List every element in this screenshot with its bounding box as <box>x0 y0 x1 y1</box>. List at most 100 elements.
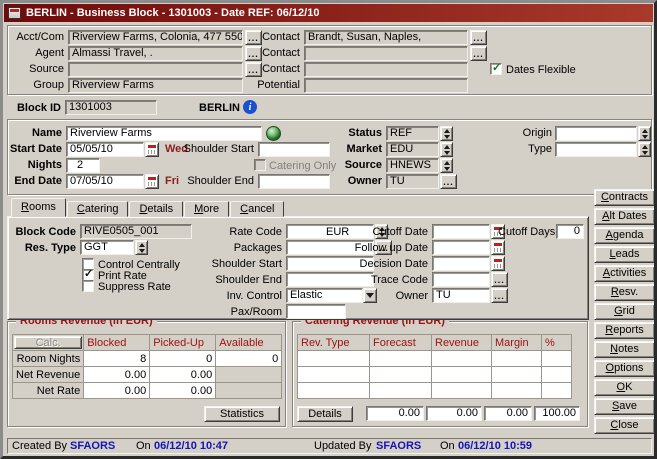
notes-button[interactable]: Notes <box>594 341 655 358</box>
start-date-calendar-icon[interactable] <box>145 142 159 157</box>
market-label: Market <box>330 143 382 156</box>
name-field[interactable]: Riverview Farms <box>66 126 262 141</box>
origin-spinner[interactable] <box>638 126 651 141</box>
name-label: Name <box>8 127 62 140</box>
net-rate-blocked: 0.00 <box>84 383 150 399</box>
catering-cell <box>432 383 492 399</box>
source-field[interactable]: HNEWS <box>386 158 439 173</box>
tab-catering[interactable]: Catering <box>67 201 129 217</box>
trace-code-browse-button[interactable]: ... <box>491 272 508 287</box>
grid-button[interactable]: Grid <box>594 303 655 320</box>
rooms-revenue-header-row: Calc. Blocked Picked-Up Available <box>13 335 282 351</box>
table-row: Net Revenue 0.00 0.00 <box>13 367 282 383</box>
close-button[interactable]: Close <box>594 417 655 434</box>
leads-button[interactable]: Leads <box>594 246 655 263</box>
contact3-field[interactable] <box>304 62 468 77</box>
agent-field[interactable]: Almassi Travel, . <box>68 46 243 61</box>
cutoff-date-field[interactable] <box>432 224 490 239</box>
shoulder-end-field[interactable] <box>258 174 330 189</box>
owner-label: Owner <box>330 175 382 188</box>
acct-com-field[interactable]: Riverview Farms, Colonia, 477 550-36 <box>68 30 243 45</box>
reports-button[interactable]: Reports <box>594 322 655 339</box>
resv-button: Resv. <box>594 284 655 301</box>
nights-field[interactable]: 2 <box>66 158 100 173</box>
dates-flexible-checkbox[interactable] <box>490 63 502 75</box>
room-nights-picked: 0 <box>150 351 216 367</box>
market-field[interactable]: EDU <box>386 142 439 157</box>
save-button[interactable]: Save <box>594 398 655 415</box>
origin-field[interactable] <box>555 126 637 141</box>
activities-button[interactable]: Activities <box>594 265 655 282</box>
col-blocked: Blocked <box>84 335 150 351</box>
catering-total-margin: 0.00 <box>484 406 532 421</box>
globe-icon[interactable] <box>266 126 281 141</box>
tab-details[interactable]: Details <box>129 201 183 217</box>
ok-button[interactable]: OK <box>594 379 655 396</box>
statistics-button[interactable]: Statistics <box>204 406 280 422</box>
calc-button[interactable]: Calc. <box>14 336 82 349</box>
details-button[interactable]: Details <box>297 406 353 422</box>
info-icon[interactable]: i <box>243 100 257 114</box>
res-type-spinner[interactable] <box>135 240 148 255</box>
dates-flexible-label: Dates Flexible <box>506 64 576 77</box>
titlebar: BERLIN - Business Block - 1301003 - Date… <box>4 4 653 22</box>
contracts-button[interactable]: Contracts <box>594 189 655 206</box>
potential-field[interactable] <box>304 78 468 93</box>
options-button[interactable]: Options <box>594 360 655 377</box>
block-code-label: Block Code <box>10 226 76 239</box>
suppress-rate-checkbox[interactable] <box>82 280 94 292</box>
end-date-calendar-icon[interactable] <box>145 174 159 189</box>
end-date-field[interactable]: 07/05/10 <box>66 174 144 189</box>
contact1-field[interactable]: Brandt, Susan, Naples, <box>304 30 468 45</box>
net-revenue-available <box>216 367 282 383</box>
contact1-browse-button[interactable]: ... <box>470 30 487 45</box>
catering-cell <box>370 383 432 399</box>
catering-cell <box>542 351 572 367</box>
follow-up-date-calendar-icon[interactable] <box>491 240 505 255</box>
decision-date-calendar-icon[interactable] <box>491 256 505 271</box>
col-revenue: Revenue <box>432 335 492 351</box>
catering-cell <box>298 383 370 399</box>
agenda-button[interactable]: Agenda <box>594 227 655 244</box>
created-by-label: Created By <box>12 440 67 453</box>
rooms-revenue-table: Calc. Blocked Picked-Up Available Room N… <box>12 334 282 399</box>
block-code-field[interactable]: RIVE0505_001 <box>80 224 192 239</box>
contact2-browse-button[interactable]: ... <box>470 46 487 61</box>
catering-total-percent: 100.00 <box>534 406 580 421</box>
type-field[interactable] <box>555 142 637 157</box>
tab-more[interactable]: More <box>184 201 229 217</box>
owner-field[interactable]: TU <box>386 174 439 189</box>
catering-cell <box>492 351 542 367</box>
app-icon <box>8 7 21 19</box>
start-date-label: Start Date <box>8 143 62 156</box>
catering-header-row: Rev. Type Forecast Revenue Margin % <box>298 335 572 351</box>
start-date-field[interactable]: 05/05/10 <box>66 142 144 157</box>
status-field[interactable]: REF <box>386 126 439 141</box>
decision-date-field[interactable] <box>432 256 490 271</box>
tab-owner-field[interactable]: TU <box>432 288 490 303</box>
tab-owner-browse-button[interactable]: ... <box>491 288 508 303</box>
tab-cancel[interactable]: Cancel <box>230 201 284 217</box>
alt-dates-button[interactable]: Alt Dates <box>594 208 655 225</box>
trace-code-field[interactable] <box>432 272 490 287</box>
row-label: Room Nights <box>13 351 84 367</box>
contact2-field[interactable] <box>304 46 468 61</box>
follow-up-date-field[interactable] <box>432 240 490 255</box>
owner-browse-button[interactable]: ... <box>440 174 457 189</box>
end-date-label: End Date <box>8 175 62 188</box>
pax-room-field[interactable] <box>286 304 346 319</box>
type-spinner[interactable] <box>638 142 651 157</box>
cutoff-days-field[interactable]: 0 <box>556 224 584 239</box>
res-type-field[interactable]: GGT <box>80 240 134 255</box>
shoulder-start-field[interactable] <box>258 142 330 157</box>
source-profile-field[interactable] <box>68 62 243 77</box>
source-spinner[interactable] <box>440 158 453 173</box>
updated-by-user: SFAORS <box>376 440 421 453</box>
res-type-label: Res. Type <box>10 242 76 255</box>
market-spinner[interactable] <box>440 142 453 157</box>
main-form-groupbox: Name Riverview Farms Status REF Origin S… <box>7 119 652 195</box>
table-row: Room Nights 8 0 0 <box>13 351 282 367</box>
tab-rooms[interactable]: Rooms <box>11 198 66 217</box>
group-field[interactable]: Riverview Farms <box>68 78 243 93</box>
status-spinner[interactable] <box>440 126 453 141</box>
